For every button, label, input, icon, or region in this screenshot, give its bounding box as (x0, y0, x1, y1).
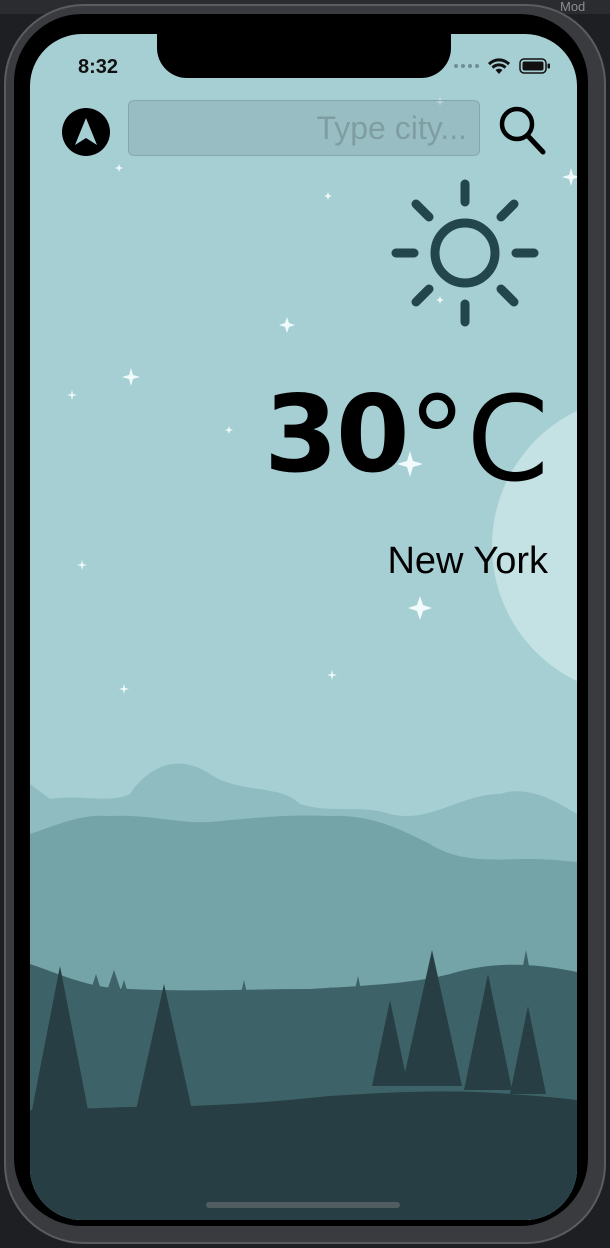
star (408, 596, 432, 620)
star (324, 192, 332, 200)
status-icons (454, 56, 551, 76)
current-location-button[interactable] (62, 108, 110, 156)
magnifier-icon (499, 106, 546, 155)
star (279, 317, 295, 333)
temperature-unit: °C (407, 370, 549, 508)
cellular-signal-icon (454, 64, 479, 68)
search-bar-row (30, 100, 577, 160)
search-button[interactable] (496, 104, 548, 156)
star (67, 390, 77, 400)
temperature-display: 30 °C (264, 370, 549, 508)
temperature-value: 30 (264, 373, 410, 496)
city-search-input[interactable] (128, 100, 480, 156)
star (122, 368, 140, 386)
battery-icon (519, 58, 550, 74)
city-name: New York (387, 540, 548, 582)
app-screen: 8:32 Type city... 30 °C New York (30, 34, 577, 1220)
notch (157, 34, 451, 78)
star (327, 670, 337, 680)
star (119, 684, 129, 694)
star (77, 560, 87, 570)
star (225, 426, 233, 434)
sun-icon (391, 179, 539, 327)
home-indicator[interactable] (206, 1202, 400, 1208)
desktop-window-tab: Mod (560, 0, 586, 14)
foreground-ground (30, 1091, 577, 1220)
star (562, 168, 577, 186)
navigation-arrow-icon (75, 118, 97, 145)
status-time: 8:32 (78, 56, 119, 78)
landscape-illustration (30, 763, 577, 1220)
wifi-icon (488, 58, 510, 74)
star (115, 164, 123, 172)
